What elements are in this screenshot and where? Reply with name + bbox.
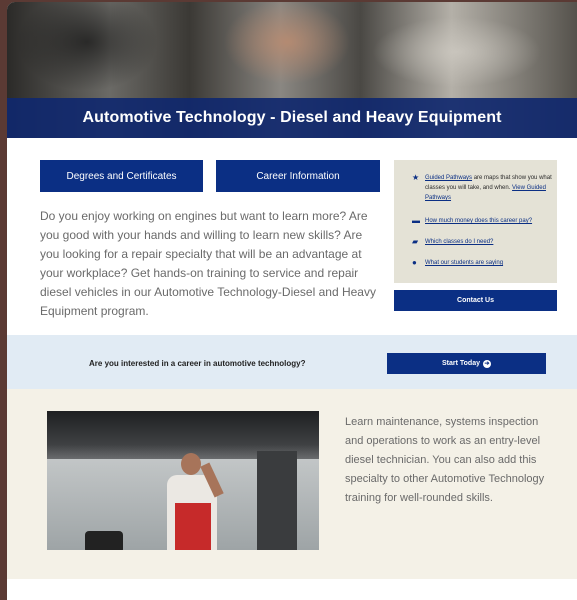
students-saying-link[interactable]: What our students are saying	[425, 260, 503, 266]
sidebar-item-pathways: ★ Guided Pathways are maps that show you…	[412, 173, 555, 203]
cta-question: Are you interested in a career in automo…	[89, 359, 306, 368]
sidebar-item-students: ● What our students are saying	[412, 258, 555, 268]
program-info-section: Learn maintenance, systems inspection an…	[7, 389, 577, 579]
career-pay-link[interactable]: How much money does this career pay?	[425, 218, 532, 224]
cta-banner: Are you interested in a career in automo…	[7, 335, 577, 389]
book-icon: ▰	[412, 237, 419, 246]
page: Automotive Technology - Diesel and Heavy…	[7, 2, 577, 600]
arrow-circle-right-icon: ➔	[483, 359, 491, 368]
program-description: Learn maintenance, systems inspection an…	[345, 416, 545, 504]
intro-paragraph: Do you enjoy working on engines but want…	[40, 209, 376, 318]
technician-photo	[47, 411, 319, 550]
hero-title-bar: Automotive Technology - Diesel and Heavy…	[7, 98, 577, 138]
degrees-certificates-button[interactable]: Degrees and Certificates	[40, 160, 203, 192]
person-icon: ●	[412, 258, 417, 267]
start-today-label: Start Today	[442, 360, 480, 367]
guided-pathways-link[interactable]: Guided Pathways	[425, 175, 472, 181]
contact-us-button[interactable]: Contact Us	[394, 290, 557, 311]
sidebar-item-classes: ▰ Which classes do I need?	[412, 237, 555, 247]
classes-needed-link[interactable]: Which classes do I need?	[425, 239, 493, 245]
star-icon: ★	[412, 173, 420, 182]
hero-banner: Automotive Technology - Diesel and Heavy…	[7, 2, 577, 138]
sidebar-panel: ★ Guided Pathways are maps that show you…	[394, 160, 557, 283]
page-title: Automotive Technology - Diesel and Heavy…	[82, 109, 502, 126]
start-today-button[interactable]: Start Today ➔	[387, 353, 546, 374]
money-icon: ▬	[412, 216, 420, 225]
career-information-button[interactable]: Career Information	[216, 160, 380, 192]
sidebar-item-money: ▬ How much money does this career pay?	[412, 216, 555, 226]
